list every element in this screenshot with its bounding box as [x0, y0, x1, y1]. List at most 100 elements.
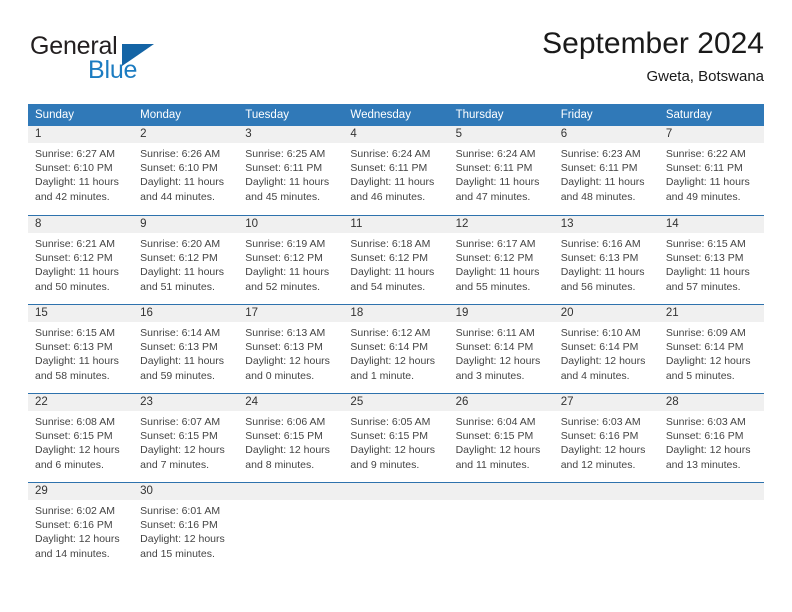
- sunset-text: Sunset: 6:11 PM: [350, 162, 428, 175]
- daylight-text: and 5 minutes.: [665, 369, 735, 382]
- day-number: 8: [28, 216, 134, 233]
- calendar-day-cell[interactable]: 27 Sunrise: 6:03 AM Sunset: 6:16 PM Dayligh…: [553, 394, 659, 481]
- calendar-day-cell[interactable]: [343, 483, 449, 570]
- calendar-day-cell[interactable]: [658, 483, 764, 570]
- weekday-wednesday: Wednesday: [350, 109, 411, 121]
- calendar-day-cell[interactable]: 24 Sunrise: 6:06 AM Sunset: 6:15 PM Dayligh…: [238, 394, 344, 481]
- sunset-text: Sunset: 6:13 PM: [560, 252, 639, 265]
- daylight-text: and 8 minutes.: [245, 458, 315, 471]
- day-details: [659, 500, 764, 504]
- calendar-day-cell[interactable]: 13 Sunrise: 6:16 AM Sunset: 6:13 PM Dayligh…: [553, 216, 659, 303]
- day-details: Sunrise: 6:16 AM Sunset: 6:13 PM Daylight:…: [554, 233, 659, 294]
- sunset-text: Sunset: 6:15 PM: [455, 430, 534, 443]
- daylight-text: Daylight: 12 hours: [665, 444, 751, 457]
- daylight-text: and 11 minutes.: [455, 458, 530, 471]
- daylight-text: and 59 minutes.: [140, 369, 215, 382]
- calendar-day-cell[interactable]: 6 Sunrise: 6:23 AM Sunset: 6:11 PM Daylight…: [553, 126, 659, 214]
- day-details: Sunrise: 6:24 AM Sunset: 6:11 PM Daylight:…: [449, 143, 554, 204]
- sunset-text: Sunset: 6:13 PM: [665, 252, 744, 265]
- day-number: 20: [553, 305, 659, 322]
- daylight-text: and 56 minutes.: [560, 280, 636, 293]
- sunrise-text: Sunrise: 6:25 AM: [245, 148, 326, 160]
- calendar-day-cell[interactable]: 25 Sunrise: 6:05 AM Sunset: 6:15 PM Dayligh…: [343, 394, 449, 481]
- sunset-text: Sunset: 6:12 PM: [35, 252, 113, 265]
- daylight-text: and 1 minute.: [350, 369, 415, 382]
- sunrise-text: Sunrise: 6:19 AM: [245, 238, 326, 250]
- calendar-day-cell[interactable]: 1 Sunrise: 6:27 AM Sunset: 6:10 PM Daylight…: [28, 126, 134, 214]
- calendar-day-cell[interactable]: 28 Sunrise: 6:03 AM Sunset: 6:16 PM Dayligh…: [658, 394, 764, 481]
- calendar-day-cell[interactable]: 30 Sunrise: 6:01 AM Sunset: 6:16 PM Dayligh…: [133, 483, 239, 570]
- calendar-day-cell[interactable]: 3 Sunrise: 6:25 AM Sunset: 6:11 PM Daylight…: [238, 126, 344, 214]
- calendar-day-cell[interactable]: 10 Sunrise: 6:19 AM Sunset: 6:12 PM Dayligh…: [238, 216, 344, 303]
- calendar-day-cell[interactable]: 16 Sunrise: 6:14 AM Sunset: 6:13 PM Dayligh…: [133, 305, 239, 392]
- day-details: Sunrise: 6:15 AM Sunset: 6:13 PM Daylight:…: [659, 233, 764, 294]
- daylight-text: Daylight: 12 hours: [455, 355, 541, 368]
- day-number: 18: [343, 305, 449, 322]
- daylight-text: Daylight: 11 hours: [665, 266, 750, 279]
- sunset-text: Sunset: 6:12 PM: [245, 252, 323, 265]
- general-blue-logo[interactable]: General Blue: [28, 32, 208, 90]
- day-details: Sunrise: 6:15 AM Sunset: 6:13 PM Daylight:…: [28, 322, 133, 383]
- weekday-saturday: Saturday: [665, 109, 712, 121]
- calendar-day-cell[interactable]: 17 Sunrise: 6:13 AM Sunset: 6:13 PM Dayligh…: [238, 305, 344, 392]
- day-number: 26: [448, 394, 554, 411]
- sunset-text: Sunset: 6:12 PM: [140, 252, 218, 265]
- calendar-day-cell[interactable]: 12 Sunrise: 6:17 AM Sunset: 6:12 PM Dayligh…: [448, 216, 554, 303]
- daylight-text: Daylight: 11 hours: [140, 176, 224, 189]
- sunrise-text: Sunrise: 6:06 AM: [245, 416, 326, 428]
- sunset-text: Sunset: 6:15 PM: [140, 430, 218, 443]
- calendar-day-cell[interactable]: 21 Sunrise: 6:09 AM Sunset: 6:14 PM Dayligh…: [658, 305, 764, 392]
- sunrise-text: Sunrise: 6:27 AM: [35, 148, 115, 160]
- daylight-text: Daylight: 11 hours: [35, 266, 119, 279]
- sunset-text: Sunset: 6:14 PM: [560, 341, 639, 354]
- sunrise-text: Sunrise: 6:14 AM: [140, 327, 221, 339]
- day-number: 2: [133, 126, 239, 143]
- calendar-day-cell[interactable]: 19 Sunrise: 6:11 AM Sunset: 6:14 PM Dayligh…: [448, 305, 554, 392]
- calendar-day-cell[interactable]: 26 Sunrise: 6:04 AM Sunset: 6:15 PM Dayligh…: [448, 394, 554, 481]
- sunset-text: Sunset: 6:12 PM: [350, 252, 429, 265]
- day-details: [449, 500, 554, 504]
- calendar-week-row: 1 Sunrise: 6:27 AM Sunset: 6:10 PM Daylight…: [28, 126, 764, 214]
- daylight-text: Daylight: 11 hours: [350, 176, 435, 189]
- daylight-text: Daylight: 12 hours: [140, 533, 225, 546]
- day-details: Sunrise: 6:19 AM Sunset: 6:12 PM Daylight:…: [238, 233, 343, 294]
- calendar-day-cell[interactable]: 5 Sunrise: 6:24 AM Sunset: 6:11 PM Daylight…: [448, 126, 554, 214]
- calendar-day-cell[interactable]: 11 Sunrise: 6:18 AM Sunset: 6:12 PM Dayligh…: [343, 216, 449, 303]
- calendar-day-cell[interactable]: [238, 483, 344, 570]
- day-number: [448, 483, 554, 500]
- daylight-text: Daylight: 11 hours: [140, 355, 224, 368]
- daylight-text: and 57 minutes.: [665, 280, 741, 293]
- calendar-day-cell[interactable]: 2 Sunrise: 6:26 AM Sunset: 6:10 PM Daylight…: [133, 126, 239, 214]
- calendar-day-cell[interactable]: 22 Sunrise: 6:08 AM Sunset: 6:15 PM Dayligh…: [28, 394, 134, 481]
- calendar-day-cell[interactable]: 23 Sunrise: 6:07 AM Sunset: 6:15 PM Dayligh…: [133, 394, 239, 481]
- sunset-text: Sunset: 6:14 PM: [350, 341, 429, 354]
- calendar-day-cell[interactable]: 7 Sunrise: 6:22 AM Sunset: 6:11 PM Daylight…: [658, 126, 764, 214]
- day-details: Sunrise: 6:25 AM Sunset: 6:11 PM Daylight:…: [238, 143, 343, 204]
- daylight-text: Daylight: 12 hours: [665, 355, 751, 368]
- calendar-day-cell[interactable]: 8 Sunrise: 6:21 AM Sunset: 6:12 PM Daylight…: [28, 216, 134, 303]
- day-number: 19: [448, 305, 554, 322]
- day-details: Sunrise: 6:20 AM Sunset: 6:12 PM Daylight:…: [133, 233, 238, 294]
- daylight-text: Daylight: 12 hours: [245, 444, 330, 457]
- calendar-day-cell[interactable]: [448, 483, 554, 570]
- daylight-text: and 55 minutes.: [455, 280, 531, 293]
- calendar-day-cell[interactable]: 20 Sunrise: 6:10 AM Sunset: 6:14 PM Dayligh…: [553, 305, 659, 392]
- calendar-day-cell[interactable]: 18 Sunrise: 6:12 AM Sunset: 6:14 PM Dayligh…: [343, 305, 449, 392]
- day-details: Sunrise: 6:06 AM Sunset: 6:15 PM Daylight:…: [238, 411, 343, 472]
- daylight-text: and 52 minutes.: [245, 280, 320, 293]
- calendar-grid: Sunday Monday Tuesday Wednesday Thursday…: [28, 104, 764, 570]
- sunrise-text: Sunrise: 6:24 AM: [455, 148, 536, 160]
- sunrise-text: Sunrise: 6:01 AM: [140, 505, 221, 517]
- daylight-text: Daylight: 11 hours: [455, 266, 540, 279]
- sunset-text: Sunset: 6:12 PM: [455, 252, 534, 265]
- calendar-day-cell[interactable]: 14 Sunrise: 6:15 AM Sunset: 6:13 PM Dayligh…: [658, 216, 764, 303]
- calendar-day-cell[interactable]: 9 Sunrise: 6:20 AM Sunset: 6:12 PM Daylight…: [133, 216, 239, 303]
- day-details: Sunrise: 6:05 AM Sunset: 6:15 PM Daylight:…: [343, 411, 448, 472]
- weekday-header-row: Sunday Monday Tuesday Wednesday Thursday…: [28, 104, 764, 126]
- sunrise-text: Sunrise: 6:02 AM: [35, 505, 115, 517]
- calendar-day-cell[interactable]: 29 Sunrise: 6:02 AM Sunset: 6:16 PM Dayligh…: [28, 483, 134, 570]
- calendar-day-cell[interactable]: [553, 483, 659, 570]
- calendar-day-cell[interactable]: 15 Sunrise: 6:15 AM Sunset: 6:13 PM Dayligh…: [28, 305, 134, 392]
- daylight-text: Daylight: 12 hours: [350, 355, 436, 368]
- calendar-day-cell[interactable]: 4 Sunrise: 6:24 AM Sunset: 6:11 PM Daylight…: [343, 126, 449, 214]
